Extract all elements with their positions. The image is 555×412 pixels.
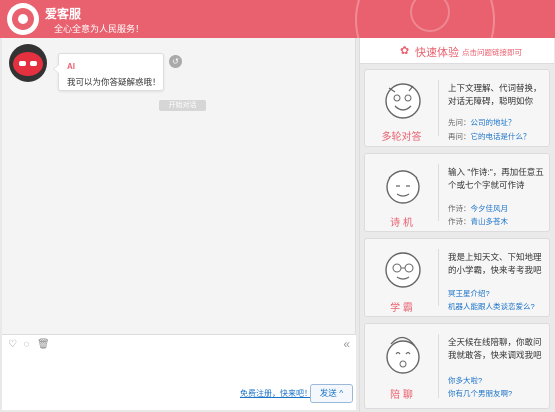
card-scholar: 学 霸 我是上知天文、下知地理的小学霸，快来考考我吧 冥王星介绍? 机器人能跟人…	[364, 238, 550, 317]
character-poet-icon	[386, 170, 420, 204]
card-label: 陪 聊	[390, 390, 413, 401]
trash-icon[interactable]: 🗑	[37, 339, 50, 350]
sample-link[interactable]: 青山多苍木	[471, 217, 509, 226]
sample-question[interactable]: 先问：公司的地址？	[448, 117, 516, 128]
sample-question[interactable]: 再问：它的电话是什么？	[448, 131, 531, 142]
send-button[interactable]: 发送 ^	[310, 384, 353, 403]
sample-prefix: 作诗：	[448, 204, 471, 213]
card-description: 全天候在线陪聊，你敢问我就敢答，快来调戏我吧	[448, 337, 542, 360]
sample-link[interactable]: 公司的地址？	[471, 118, 516, 127]
card-description: 上下文理解、代词替换，对话无障碍，聪明如你	[448, 83, 542, 106]
message-text: 我可以为你答疑解惑哦！	[67, 77, 161, 87]
card-description: 输入 "作诗:"，再加任意五个或七个字就可作诗	[448, 167, 544, 190]
app-subtitle: 全心全意为人民服务！	[54, 24, 145, 34]
character-scholar-icon	[385, 252, 421, 288]
card-label: 诗 机	[390, 218, 413, 229]
card-label: 多轮对答	[381, 132, 422, 143]
sample-link[interactable]: 你有几个男朋友啊?	[448, 388, 512, 399]
card-description: 我是上知天文、下知地理的小学霸，快来考考我吧	[448, 252, 542, 275]
chat-bubble-icon[interactable]: ◌	[21, 339, 32, 350]
register-link[interactable]: 免费注册，快来吧！	[240, 388, 312, 399]
app-header: 爱客服 全心全意为人民服务！	[0, 0, 555, 38]
message-action-icon[interactable]: ↺	[169, 55, 182, 68]
send-caret-icon: ^	[339, 388, 344, 398]
sample-link[interactable]: 今夕佳风月	[471, 204, 509, 213]
sample-prefix: 再问：	[448, 132, 471, 141]
quick-experience-header: ✿ 快速体验 点击问题链接即可	[360, 38, 554, 64]
message-composer[interactable]: ♡ ◌ 🗑 « 免费注册，快来吧！ 发送 ^	[2, 334, 356, 410]
quick-experience-subtitle: 点击问题链接即可	[462, 48, 522, 57]
character-multi-turn-icon	[385, 83, 421, 119]
chat-message-bubble: AI 我可以为你答疑解惑哦！	[53, 53, 164, 91]
send-label: 发送	[319, 388, 337, 398]
card-label: 学 霸	[390, 303, 413, 314]
bot-avatar	[9, 44, 47, 82]
emoji-icon[interactable]: ♡	[7, 339, 18, 350]
start-conversation-chip: 开始对话	[159, 100, 206, 111]
collapse-sidebar-icon[interactable]: «	[343, 337, 350, 351]
sample-prefix: 作诗：	[448, 217, 471, 226]
quick-experience-title: 快速体验	[415, 47, 459, 59]
sample-prefix: 先问：	[448, 118, 471, 127]
sparkle-icon: ✿	[400, 45, 410, 57]
sample-question[interactable]: 作诗：今夕佳风月	[448, 203, 508, 214]
sample-link[interactable]: 机器人能跟人类谈恋爱么?	[448, 301, 535, 312]
chat-pane[interactable]: AI 我可以为你答疑解惑哦！ ↺ 开始对话	[2, 38, 356, 334]
sample-question[interactable]: 作诗：青山多苍木	[448, 216, 508, 227]
sample-link[interactable]: 它的电话是什么？	[471, 132, 531, 141]
sample-link[interactable]: 你多大啦?	[448, 375, 482, 386]
quick-experience-sidebar: ✿ 快速体验 点击问题链接即可 多轮对答 上下文理解、代词替换，对话无障碍，聪明…	[359, 38, 554, 412]
logo-icon	[7, 3, 39, 35]
message-sender: AI	[67, 62, 75, 71]
app-title: 爱客服	[45, 7, 82, 21]
card-poetry: 诗 机 输入 "作诗:"，再加任意五个或七个字就可作诗 作诗：今夕佳风月 作诗：…	[364, 153, 550, 232]
sample-link[interactable]: 冥王星介绍?	[448, 288, 490, 299]
character-companion-icon	[386, 336, 420, 374]
card-companion: 陪 聊 全天候在线陪聊，你敢问我就敢答，快来调戏我吧 你多大啦? 你有几个男朋友…	[364, 323, 550, 409]
card-multi-turn: 多轮对答 上下文理解、代词替换，对话无障碍，聪明如你 先问：公司的地址？ 再问：…	[364, 69, 550, 147]
